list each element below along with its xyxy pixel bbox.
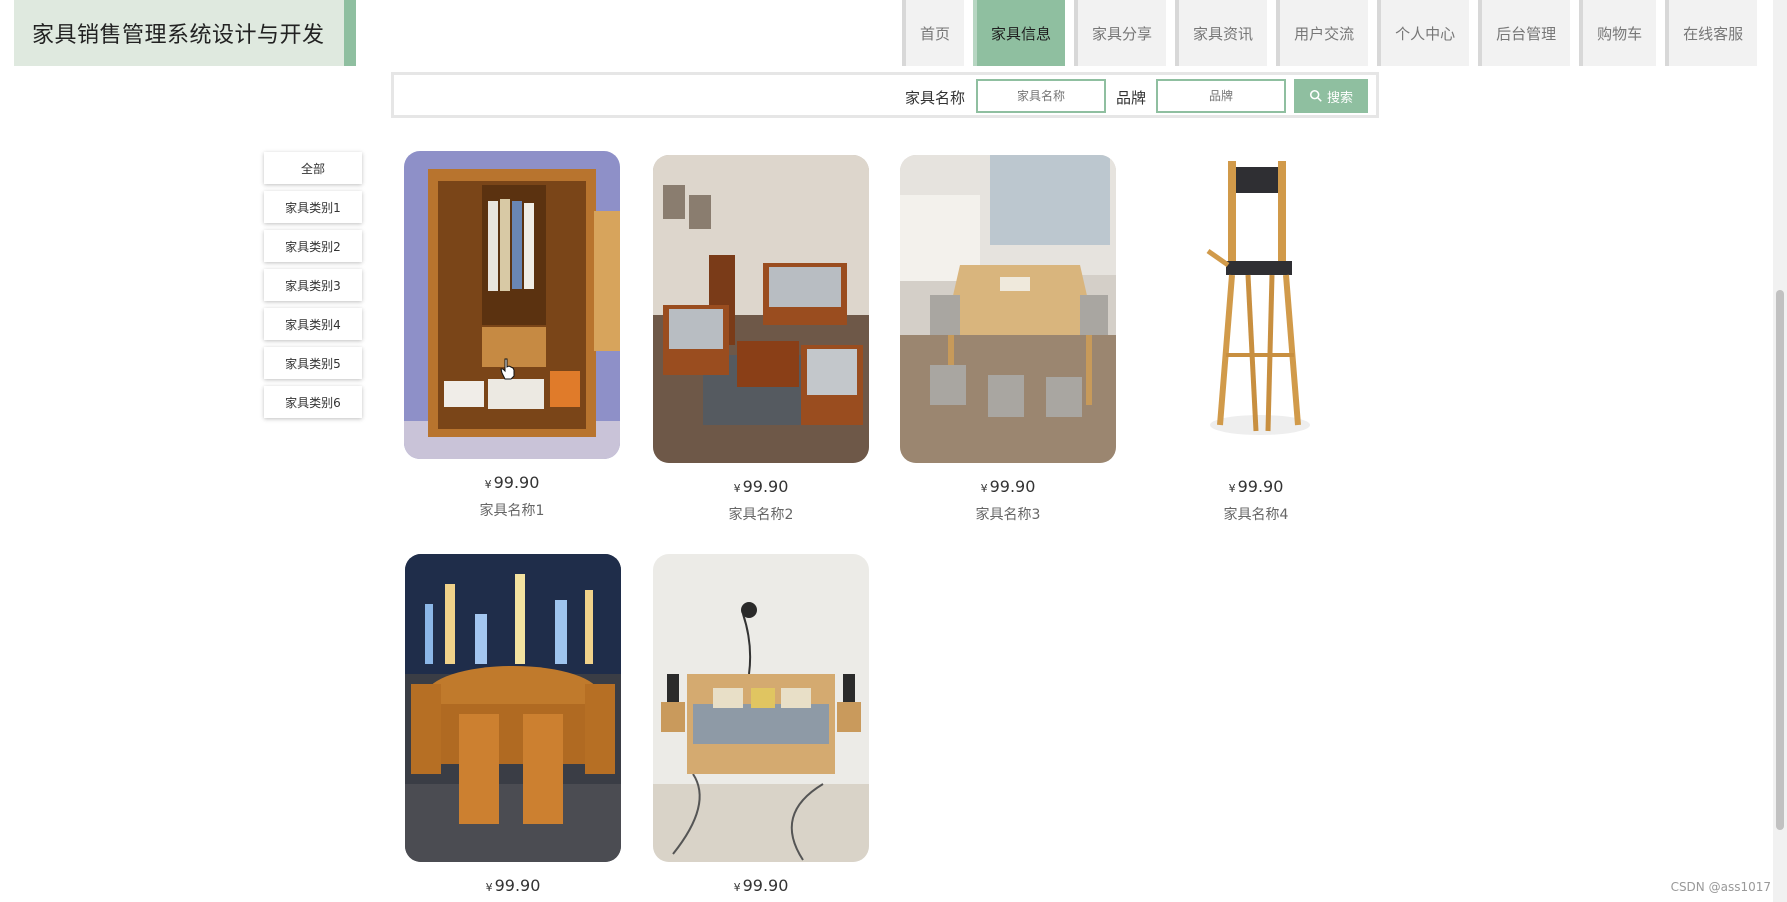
- furniture-name-input[interactable]: [976, 79, 1106, 113]
- product-name[interactable]: 家具名称3: [900, 504, 1116, 524]
- product-name[interactable]: 家具名称1: [404, 500, 620, 520]
- nav-cart[interactable]: 购物车: [1579, 0, 1657, 66]
- nav-furniture-info[interactable]: 家具信息: [973, 0, 1066, 66]
- product-card[interactable]: ¥99.90 家具名称1: [404, 151, 620, 520]
- category-2[interactable]: 家具类别2: [264, 230, 362, 262]
- search-button-label: 搜索: [1326, 90, 1353, 106]
- product-card[interactable]: ¥99.90 家具名称4: [1148, 155, 1364, 524]
- product-price: ¥99.90: [980, 477, 1036, 496]
- hand-cursor-icon: [500, 358, 515, 380]
- scrollbar-thumb[interactable]: [1776, 290, 1784, 830]
- product-card[interactable]: ¥99.90 家具名称3: [900, 155, 1116, 524]
- product-image-dining-table[interactable]: [900, 155, 1116, 463]
- header: 家具销售管理系统设计与开发 首页 家具信息 家具分享 家具资讯 用户交流 个人中…: [0, 0, 1787, 70]
- brand-input[interactable]: [1156, 79, 1286, 113]
- search-icon: [1309, 89, 1322, 102]
- category-all[interactable]: 全部: [264, 152, 362, 184]
- product-price: ¥99.90: [1228, 477, 1284, 496]
- product-price: ¥99.90: [485, 876, 541, 895]
- product-price: ¥99.90: [484, 473, 540, 492]
- product-card[interactable]: ¥99.90: [405, 554, 621, 895]
- category-1[interactable]: 家具类别1: [264, 191, 362, 223]
- main-nav: 首页 家具信息 家具分享 家具资讯 用户交流 个人中心 后台管理 购物车 在线客…: [902, 0, 1766, 66]
- category-6[interactable]: 家具类别6: [264, 386, 362, 418]
- watermark: CSDN @ass1017: [1670, 880, 1771, 894]
- furniture-name-label: 家具名称: [905, 89, 966, 107]
- site-title: 家具销售管理系统设计与开发: [32, 23, 325, 48]
- product-name[interactable]: 家具名称4: [1148, 504, 1364, 524]
- site-logo[interactable]: 家具销售管理系统设计与开发: [14, 0, 356, 66]
- product-image-wardrobe[interactable]: [404, 151, 620, 459]
- page-scrollbar[interactable]: [1773, 0, 1787, 902]
- product-image-bed[interactable]: [653, 554, 869, 862]
- category-3[interactable]: 家具类别3: [264, 269, 362, 301]
- nav-customer-service[interactable]: 在线客服: [1665, 0, 1758, 66]
- search-bar: 家具名称 品牌 搜索: [391, 72, 1379, 118]
- nav-personal-center[interactable]: 个人中心: [1377, 0, 1470, 66]
- product-price: ¥99.90: [733, 477, 789, 496]
- product-image-bar-chair[interactable]: [1148, 155, 1364, 463]
- product-card[interactable]: ¥99.90 家具名称2: [653, 155, 869, 524]
- nav-furniture-news[interactable]: 家具资讯: [1175, 0, 1268, 66]
- product-price: ¥99.90: [733, 876, 789, 895]
- nav-user-forum[interactable]: 用户交流: [1276, 0, 1369, 66]
- product-image-sofa-set[interactable]: [653, 155, 869, 463]
- product-image-dining-set-city[interactable]: [405, 554, 621, 862]
- brand-label: 品牌: [1116, 89, 1147, 107]
- product-name[interactable]: 家具名称2: [653, 504, 869, 524]
- nav-furniture-share[interactable]: 家具分享: [1074, 0, 1167, 66]
- nav-admin[interactable]: 后台管理: [1478, 0, 1571, 66]
- category-5[interactable]: 家具类别5: [264, 347, 362, 379]
- category-list: 全部 家具类别1 家具类别2 家具类别3 家具类别4 家具类别5 家具类别6: [264, 152, 362, 425]
- category-4[interactable]: 家具类别4: [264, 308, 362, 340]
- search-button[interactable]: 搜索: [1294, 79, 1368, 113]
- nav-home[interactable]: 首页: [902, 0, 965, 66]
- product-card[interactable]: ¥99.90: [653, 554, 869, 895]
